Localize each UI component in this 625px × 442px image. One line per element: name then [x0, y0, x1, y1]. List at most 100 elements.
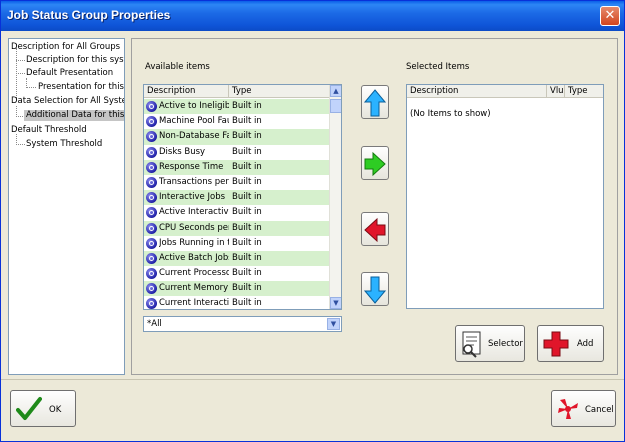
system-item-icon	[146, 237, 157, 249]
arrow-up-icon	[364, 89, 386, 117]
system-item-icon	[146, 116, 157, 128]
available-rows: Active to Ineligible...Built inMachine P…	[144, 99, 330, 309]
list-item[interactable]: Response Time Built in	[144, 159, 330, 175]
item-description: Current Memory	[159, 283, 229, 294]
available-items-label: Available items	[145, 62, 210, 72]
tree-item-description-all-groups[interactable]: Description for All Groups	[11, 42, 120, 53]
tree-connector	[16, 73, 25, 74]
item-type: Built in	[232, 116, 262, 127]
cancel-icon	[558, 399, 578, 419]
list-item[interactable]: Non-Database FaultsBuilt in	[144, 129, 330, 145]
list-item[interactable]: Current ProcessorsBuilt in	[144, 266, 330, 281]
column-header-description[interactable]: Description	[144, 85, 229, 98]
selected-items-label: Selected Items	[406, 62, 470, 72]
item-description: Disks Busy	[159, 146, 206, 157]
item-description: CPU Seconds per ...	[159, 222, 229, 233]
list-item[interactable]: Active Interactive ...Built in	[144, 205, 330, 220]
scroll-down-button[interactable]: ▼	[330, 297, 341, 309]
remove-item-arrow-button[interactable]	[361, 212, 389, 246]
selector-button-label: Selector	[488, 339, 523, 349]
list-item[interactable]: CPU Seconds per ...Built in	[144, 220, 330, 236]
item-description: Current Processors	[159, 268, 229, 279]
column-header-type[interactable]: Type	[565, 85, 603, 98]
column-header-description[interactable]: Description	[407, 85, 547, 98]
item-description: Jobs Running in th...	[159, 237, 229, 248]
window-title: Job Status Group Properties	[7, 8, 171, 22]
selected-items-list[interactable]: Description Vlu Type (No Items to show)	[406, 84, 604, 309]
navigation-tree: Description for All Groups Description f…	[8, 38, 125, 375]
item-type: Built in	[232, 283, 262, 294]
list-item[interactable]: Active to Ineligible...Built in	[144, 99, 330, 115]
empty-list-message: (No Items to show)	[410, 109, 491, 119]
ok-button-label: OK	[49, 405, 62, 415]
item-description: Current Interactiv...	[159, 298, 229, 309]
system-item-icon	[146, 268, 157, 280]
add-button[interactable]: Add	[537, 325, 604, 362]
system-item-icon	[146, 298, 157, 309]
column-header-type[interactable]: Type	[229, 85, 330, 98]
tree-item-data-selection-all-systems[interactable]: Data Selection for All Systems	[11, 96, 124, 107]
tree-connector	[16, 144, 25, 145]
item-type: Built in	[232, 176, 262, 187]
list-item[interactable]: Transactions per H...Built in	[144, 175, 330, 190]
ok-button[interactable]: OK	[10, 390, 76, 427]
tree-connector	[16, 60, 25, 61]
filter-dropdown[interactable]: *All ▼	[143, 316, 342, 332]
cancel-button-label: Cancel	[585, 405, 614, 415]
list-item[interactable]: Disks Busy Built in	[144, 145, 330, 160]
item-type: Built in	[232, 146, 262, 157]
list-header: Description Vlu Type	[407, 85, 603, 98]
selector-button[interactable]: Selector	[455, 325, 525, 362]
filter-value: *All	[147, 319, 162, 329]
move-up-button[interactable]	[361, 85, 389, 119]
list-item[interactable]: Current Interactiv...Built in	[144, 296, 330, 309]
system-item-icon	[146, 161, 157, 173]
item-type: Built in	[232, 268, 262, 279]
tree-item-default-presentation[interactable]: Default Presentation	[26, 68, 113, 79]
item-description: Machine Pool Faults	[159, 116, 229, 127]
item-type: Built in	[232, 222, 262, 233]
system-item-icon	[146, 192, 157, 204]
item-description: Transactions per H...	[159, 176, 229, 187]
dialog-window: Job Status Group Properties ✕ Descriptio…	[0, 0, 625, 442]
divider	[1, 379, 624, 380]
system-item-icon	[146, 207, 157, 219]
system-item-icon	[146, 146, 157, 158]
list-item[interactable]: Interactive Jobs Built in	[144, 190, 330, 206]
item-type: Built in	[232, 161, 262, 172]
item-type: Built in	[232, 237, 262, 248]
scroll-up-button[interactable]: ▲	[330, 85, 341, 97]
item-description: Non-Database Faults	[159, 131, 229, 142]
column-header-value[interactable]: Vlu	[547, 85, 565, 98]
tree-item-additional-data[interactable]: Additional Data for this syster	[24, 110, 124, 121]
tree-item-default-threshold[interactable]: Default Threshold	[11, 125, 87, 136]
checkmark-icon	[16, 397, 42, 420]
item-type: Built in	[232, 101, 262, 111]
list-item[interactable]: Active Batch Jobs Built in	[144, 250, 330, 267]
add-item-arrow-button[interactable]	[361, 146, 389, 180]
list-item[interactable]: Machine Pool FaultsBuilt in	[144, 114, 330, 129]
system-item-icon	[146, 252, 157, 264]
add-button-label: Add	[577, 339, 594, 349]
cancel-button[interactable]: Cancel	[551, 390, 616, 427]
available-items-list[interactable]: Description Type Active to Ineligible...…	[143, 84, 342, 310]
move-down-button[interactable]	[361, 272, 389, 306]
list-item[interactable]: Current Memory Built in	[144, 281, 330, 297]
tree-connector	[26, 87, 36, 88]
tree-item-system-threshold[interactable]: System Threshold	[26, 139, 102, 150]
arrow-down-icon	[364, 276, 386, 304]
tree-item-description-this-system[interactable]: Description for this system	[26, 55, 124, 66]
tree-item-presentation-this-system[interactable]: Presentation for this syste	[38, 82, 124, 93]
list-item[interactable]: Jobs Running in th...Built in	[144, 236, 330, 251]
item-type: Built in	[232, 207, 262, 218]
item-type: Built in	[232, 192, 262, 203]
close-button[interactable]: ✕	[600, 6, 620, 26]
title-bar[interactable]: Job Status Group Properties ✕	[1, 1, 624, 31]
item-description: Active Batch Jobs	[159, 252, 229, 263]
tree-connector	[16, 48, 17, 100]
chevron-down-icon[interactable]: ▼	[327, 318, 340, 330]
vertical-scrollbar[interactable]: ▲ ▼	[329, 85, 341, 309]
scroll-thumb[interactable]	[330, 99, 341, 113]
selector-icon	[462, 331, 481, 358]
item-type: Built in	[232, 298, 262, 309]
